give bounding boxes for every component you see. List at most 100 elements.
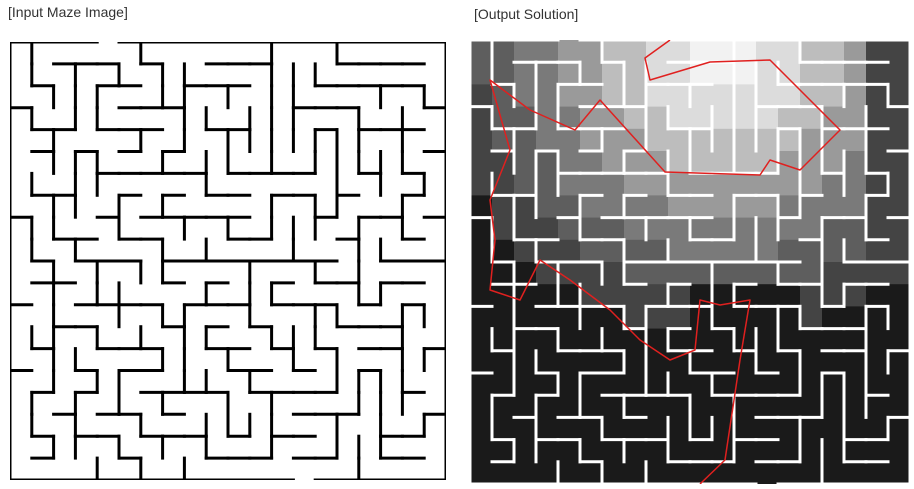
shaded-cell [888, 128, 910, 152]
shaded-cell [690, 373, 713, 396]
shaded-cell [536, 173, 559, 196]
shaded-cell [514, 461, 537, 484]
shaded-cell [822, 461, 845, 484]
shaded-cell [668, 84, 691, 108]
shaded-cell [866, 461, 889, 484]
shaded-cell [470, 217, 493, 241]
shaded-cell [514, 350, 537, 374]
shaded-cell [888, 62, 910, 85]
shaded-cell [888, 40, 910, 63]
shaded-cell [470, 128, 493, 152]
shaded-cell [800, 62, 823, 85]
shaded-cell [866, 262, 889, 285]
input-maze [10, 42, 446, 480]
input-maze-walls [10, 42, 446, 480]
shaded-cell [624, 217, 647, 241]
shaded-cell [844, 350, 867, 374]
shaded-cell [536, 417, 559, 441]
shaded-cell [514, 395, 537, 418]
shaded-cell [602, 151, 625, 174]
shaded-cell [514, 62, 537, 85]
shaded-cell [844, 173, 867, 196]
shaded-cell [712, 439, 735, 463]
shaded-cell [580, 373, 603, 396]
shaded-cell [844, 84, 867, 108]
shaded-cell [624, 284, 647, 307]
shaded-cell [822, 262, 845, 285]
shaded-cell [866, 62, 889, 85]
shaded-cell [580, 262, 603, 285]
shaded-cell [646, 106, 669, 130]
shaded-cell [800, 151, 823, 174]
shaded-cell [690, 40, 713, 63]
shaded-cell [712, 84, 735, 108]
shaded-cell [580, 62, 603, 85]
shaded-cell [800, 373, 823, 396]
shaded-cell [844, 217, 867, 241]
shaded-cell [756, 306, 779, 330]
shaded-cell [624, 62, 647, 85]
shaded-cell [646, 173, 669, 196]
shaded-cell [778, 239, 801, 263]
shaded-cell [558, 239, 581, 263]
shaded-cell [558, 417, 581, 441]
shaded-cell [866, 128, 889, 152]
shaded-cell [624, 439, 647, 463]
shaded-cell [602, 195, 625, 219]
shaded-cell [712, 350, 735, 374]
shaded-cell [514, 417, 537, 441]
shaded-cell [514, 439, 537, 463]
shaded-cell [624, 173, 647, 196]
shaded-cell [668, 173, 691, 196]
shaded-cell [536, 395, 559, 418]
shaded-cell [690, 173, 713, 196]
shaded-cell [734, 417, 757, 441]
shaded-cell [602, 128, 625, 152]
shaded-cell [690, 284, 713, 307]
shaded-cell [602, 350, 625, 374]
shaded-cell [778, 40, 801, 63]
shaded-cell [668, 461, 691, 484]
shaded-cell [580, 417, 603, 441]
shaded-cell [646, 395, 669, 418]
shaded-cell [690, 106, 713, 130]
shaded-cell [756, 262, 779, 285]
shaded-cell [712, 262, 735, 285]
shaded-cell [712, 239, 735, 263]
shaded-cell [646, 350, 669, 374]
shaded-cell [646, 239, 669, 263]
shaded-cell [800, 306, 823, 330]
shaded-cell [668, 195, 691, 219]
shaded-cell [668, 239, 691, 263]
shaded-cell [668, 395, 691, 418]
shaded-cell [690, 239, 713, 263]
shaded-cell [646, 306, 669, 330]
shaded-cell [712, 328, 735, 352]
shaded-cell [470, 328, 493, 352]
shaded-cell [580, 173, 603, 196]
shaded-cell [756, 417, 779, 441]
shaded-cell [668, 373, 691, 396]
shaded-cell [712, 62, 735, 85]
shaded-cell [580, 151, 603, 174]
shaded-cell [492, 350, 515, 374]
shaded-cell [492, 284, 515, 307]
shaded-cell [866, 239, 889, 263]
shaded-cell [844, 373, 867, 396]
shaded-cell [536, 62, 559, 85]
shaded-cell [492, 262, 515, 285]
input-maze-label: [Input Maze Image] [8, 4, 128, 20]
shaded-cell [690, 306, 713, 330]
shaded-cell [690, 84, 713, 108]
shaded-cell [778, 373, 801, 396]
shaded-cell [470, 395, 493, 418]
shaded-cell [888, 84, 910, 108]
shaded-cell [668, 106, 691, 130]
shaded-cell [492, 40, 515, 63]
shaded-cell [602, 217, 625, 241]
shaded-cell [624, 40, 647, 63]
shaded-cell [822, 395, 845, 418]
shaded-cell [756, 395, 779, 418]
shaded-cell [624, 306, 647, 330]
shaded-cell [866, 306, 889, 330]
